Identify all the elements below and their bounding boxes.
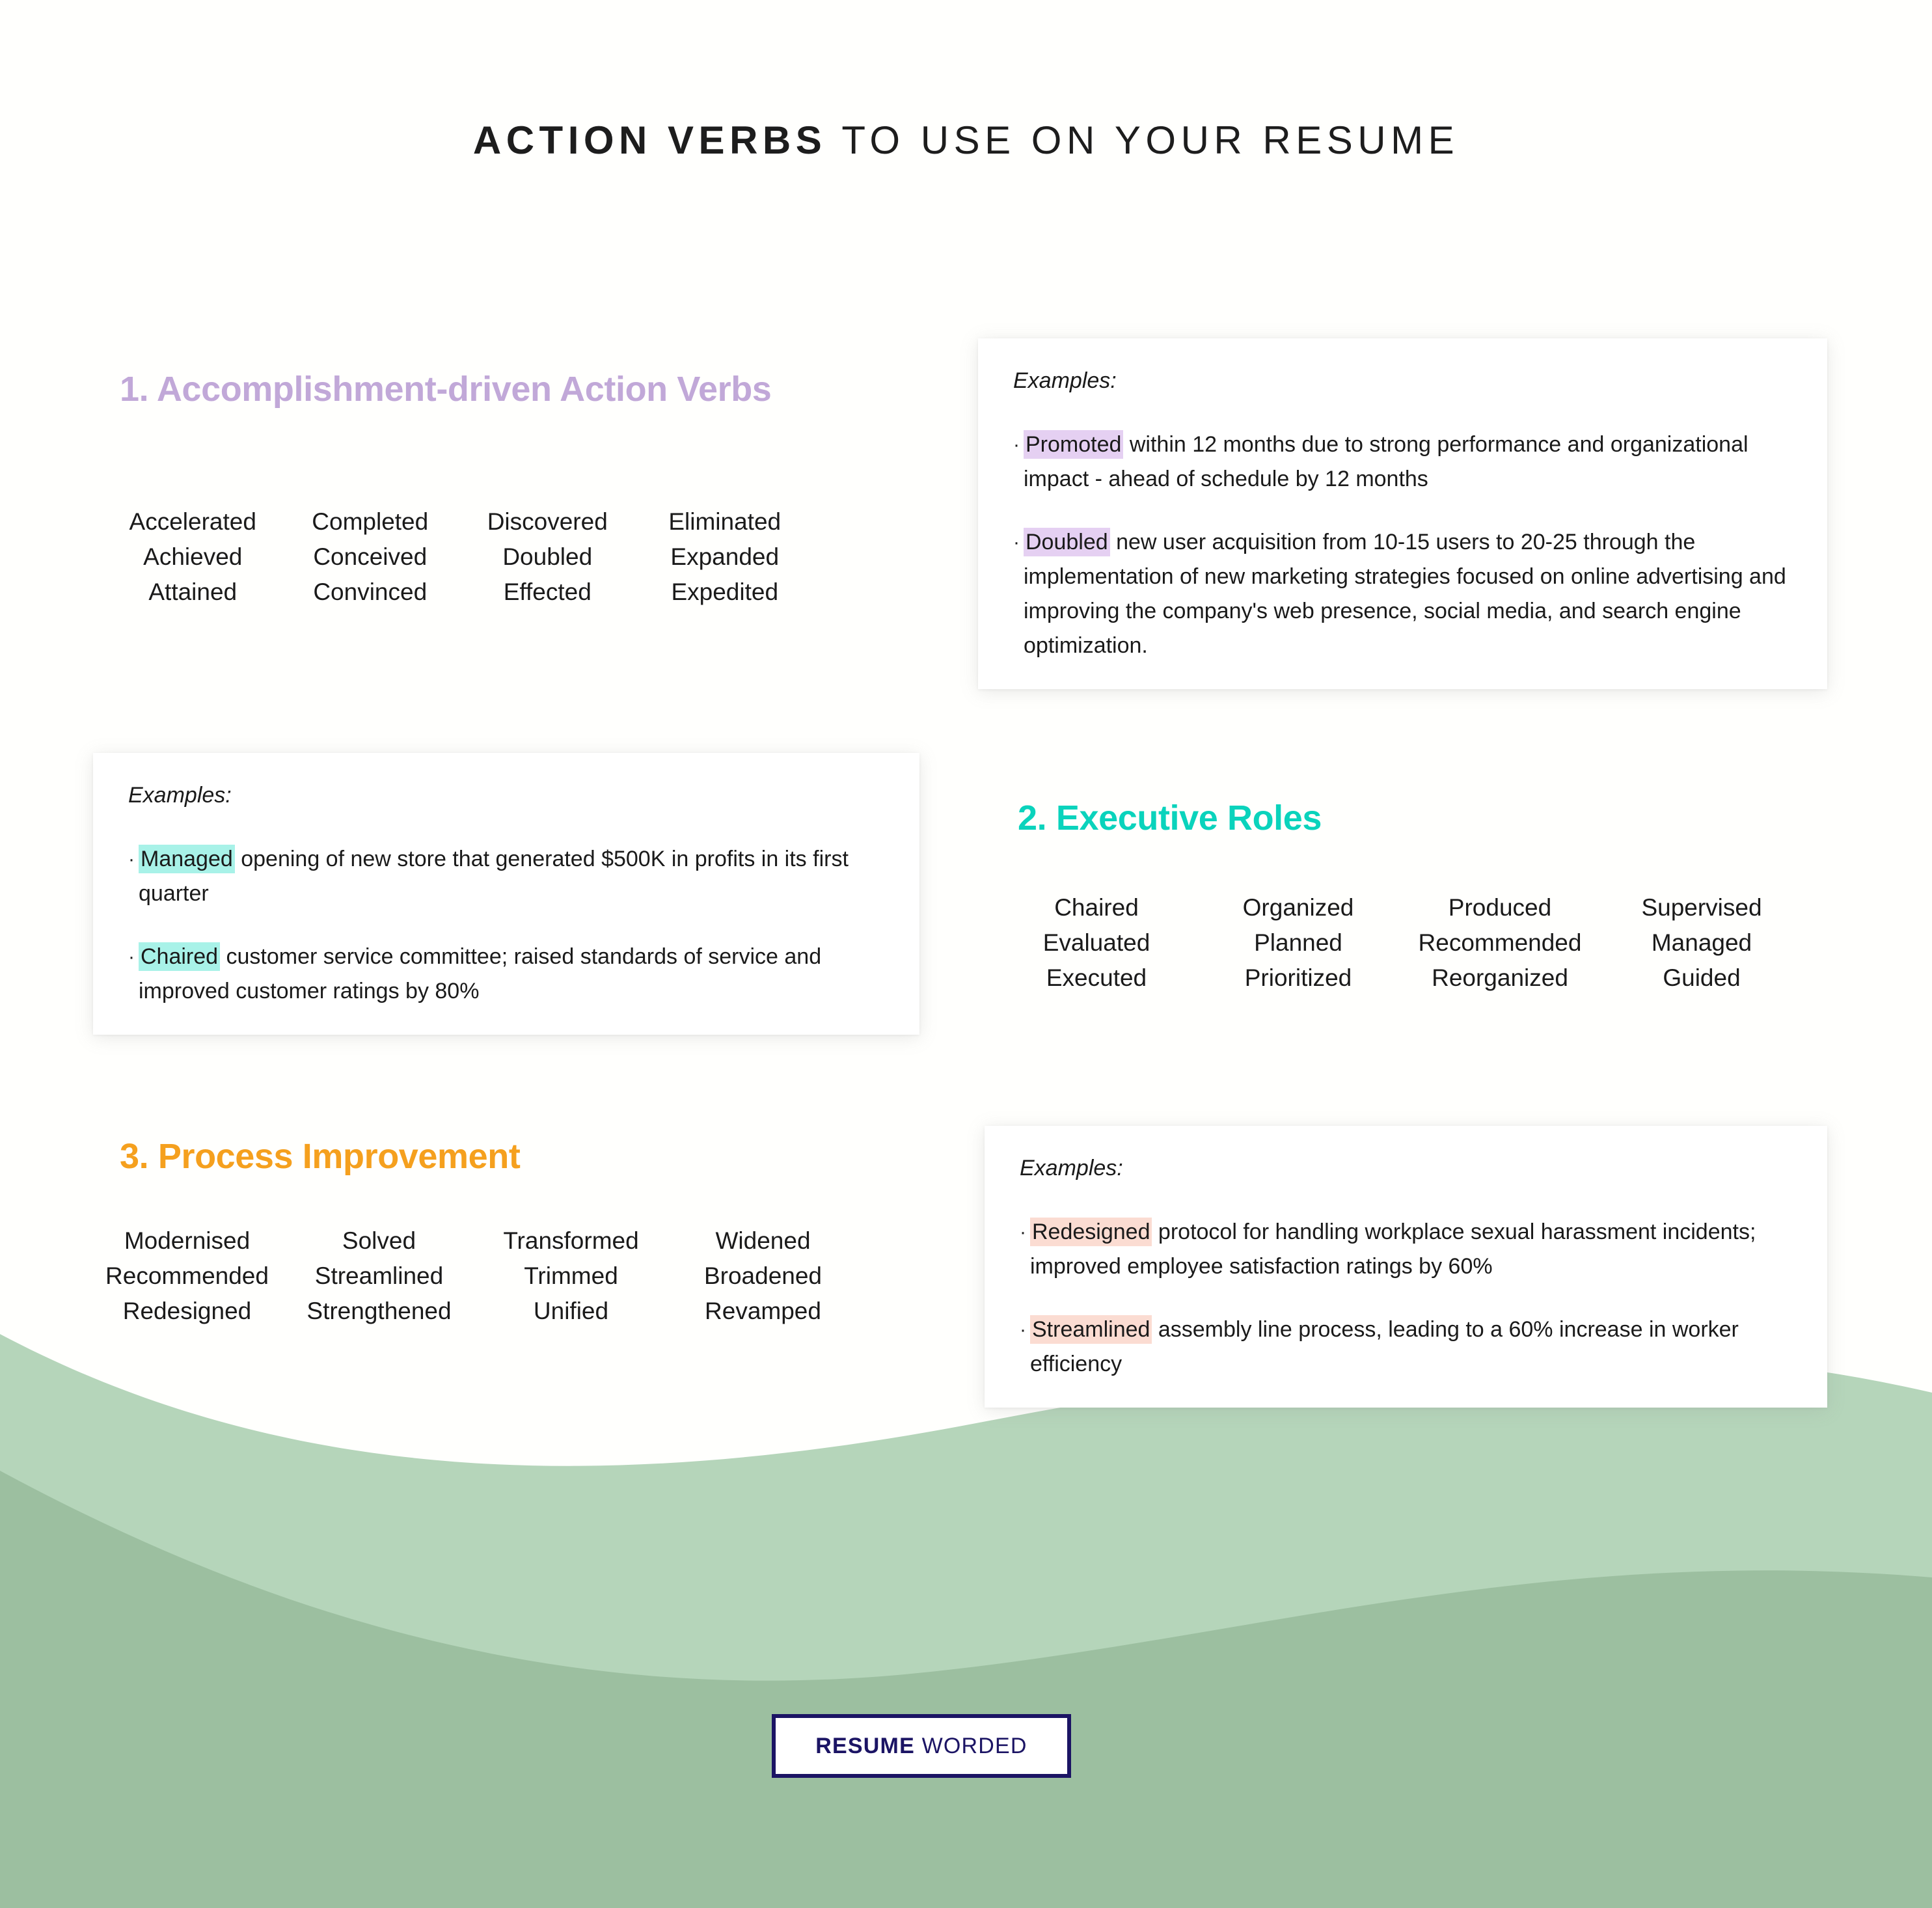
section-heading-process-improvement: 3. Process Improvement <box>120 1137 521 1176</box>
examples-label: Examples: <box>128 783 232 808</box>
verb-item: Attained <box>148 579 238 605</box>
page-title-light: TO USE ON YOUR RESUME <box>826 118 1460 162</box>
verb-column: Produced Recommended Reorganized <box>1399 890 1601 996</box>
example-bullet: · Managed opening of new store that gene… <box>128 842 882 911</box>
verb-item: Organized <box>1242 894 1354 921</box>
example-bullet: · Chaired customer service committee; ra… <box>128 940 882 1009</box>
verb-item: Accelerated <box>129 508 256 535</box>
bullet-rest: new user acquisition from 10-15 users to… <box>1024 529 1786 658</box>
verb-item: Conceived <box>313 543 428 570</box>
example-bullet: · Streamlined assembly line process, lea… <box>1020 1313 1789 1382</box>
section-heading-accomplishment-driven-action-verbs: 1. Accomplishment-driven Action Verbs <box>120 370 772 409</box>
bullet-marker: · <box>128 848 135 870</box>
verb-grid-process: Modernised Recommended Redesigned Solved… <box>91 1223 859 1329</box>
verb-item: Planned <box>1254 929 1342 956</box>
verb-item: Recommended <box>105 1262 269 1289</box>
bullet-rest: opening of new store that generated $500… <box>139 846 849 906</box>
verb-item: Modernised <box>124 1227 251 1254</box>
bullet-marker: · <box>128 946 135 968</box>
verb-item: Widened <box>715 1227 811 1254</box>
bullet-text: Doubled new user acquisition from 10-15 … <box>1024 525 1789 663</box>
section-heading-executive-roles: 2. Executive Roles <box>1018 798 1322 838</box>
verb-item: Trimmed <box>524 1262 618 1289</box>
verb-column: Transformed Trimmed Unified <box>475 1223 667 1329</box>
verb-item: Discovered <box>487 508 608 535</box>
verb-grid-accomplishment: Accelerated Achieved Attained Completed … <box>104 504 813 610</box>
verb-grid-executive: Chaired Evaluated Executed Organized Pla… <box>996 890 1803 996</box>
example-card-process: Examples: · Redesigned protocol for hand… <box>985 1126 1827 1408</box>
examples-label: Examples: <box>1013 368 1117 393</box>
bullet-text: Managed opening of new store that genera… <box>139 842 882 911</box>
verb-column: Completed Conceived Convinced <box>282 504 459 610</box>
verb-column: Solved Streamlined Strengthened <box>283 1223 475 1329</box>
bullet-text: Redesigned protocol for handling workpla… <box>1030 1215 1789 1284</box>
verb-column: Supervised Managed Guided <box>1601 890 1803 996</box>
page-title-bold: ACTION VERBS <box>472 118 827 162</box>
bullet-marker: · <box>1013 433 1020 456</box>
bullet-marker: · <box>1020 1221 1026 1243</box>
verb-item: Transformed <box>503 1227 639 1254</box>
verb-item: Guided <box>1663 964 1741 991</box>
example-bullet: · Redesigned protocol for handling workp… <box>1020 1215 1789 1284</box>
verb-column: Organized Planned Prioritized <box>1197 890 1399 996</box>
bullet-marker: · <box>1020 1318 1026 1341</box>
verb-item: Completed <box>312 508 429 535</box>
verb-item: Recommended <box>1418 929 1582 956</box>
verb-item: Chaired <box>1054 894 1139 921</box>
verb-item: Redesigned <box>122 1298 252 1324</box>
verb-item: Reorganized <box>1432 964 1568 991</box>
verb-item: Broadened <box>703 1262 823 1289</box>
page-title: ACTION VERBS TO USE ON YOUR RESUME <box>0 121 1932 160</box>
highlighted-verb: Streamlined <box>1030 1315 1152 1344</box>
example-card-accomplishment: Examples: · Promoted within 12 months du… <box>978 338 1827 689</box>
verb-column: Discovered Doubled Effected <box>459 504 636 610</box>
verb-column: Widened Broadened Revamped <box>667 1223 859 1329</box>
verb-item: Unified <box>533 1298 609 1324</box>
verb-item: Doubled <box>502 543 593 570</box>
verb-item: Convinced <box>313 579 428 605</box>
bullet-rest: within 12 months due to strong performan… <box>1024 431 1748 491</box>
verb-column: Accelerated Achieved Attained <box>104 504 282 610</box>
logo-text-regular: WORDED <box>914 1733 1027 1758</box>
verb-item: Supervised <box>1641 894 1762 921</box>
highlighted-verb: Managed <box>139 844 235 873</box>
verb-column: Modernised Recommended Redesigned <box>91 1223 283 1329</box>
verb-item: Executed <box>1046 964 1147 991</box>
verb-column: Eliminated Expanded Expedited <box>636 504 814 610</box>
highlighted-verb: Chaired <box>139 942 221 971</box>
logo-text-bold: RESUME <box>815 1733 915 1758</box>
verb-item: Evaluated <box>1042 929 1150 956</box>
wave-dark-green-shape <box>0 1471 1932 1908</box>
highlighted-verb: Redesigned <box>1030 1217 1152 1246</box>
wave-light-green-shape <box>0 1334 1932 1908</box>
verb-column: Chaired Evaluated Executed <box>996 890 1197 996</box>
resume-worded-logo[interactable]: RESUME WORDED <box>772 1714 1071 1778</box>
verb-item: Prioritized <box>1244 964 1352 991</box>
verb-item: Achieved <box>143 543 243 570</box>
bullet-text: Streamlined assembly line process, leadi… <box>1030 1313 1789 1382</box>
example-card-executive: Examples: · Managed opening of new store… <box>93 753 919 1035</box>
bullet-text: Chaired customer service committee; rais… <box>139 940 882 1009</box>
highlighted-verb: Doubled <box>1024 527 1110 556</box>
bullet-text: Promoted within 12 months due to strong … <box>1024 428 1789 497</box>
verb-item: Revamped <box>705 1298 821 1324</box>
example-bullet: · Doubled new user acquisition from 10-1… <box>1013 525 1789 663</box>
highlighted-verb: Promoted <box>1024 429 1124 459</box>
verb-item: Produced <box>1448 894 1552 921</box>
example-bullet: · Promoted within 12 months due to stron… <box>1013 428 1789 497</box>
examples-label: Examples: <box>1020 1156 1123 1180</box>
bullet-rest: customer service committee; raised stand… <box>139 944 822 1003</box>
verb-item: Expedited <box>671 579 779 605</box>
verb-item: Eliminated <box>668 508 782 535</box>
verb-item: Expanded <box>670 543 780 570</box>
verb-item: Effected <box>503 579 592 605</box>
verb-item: Managed <box>1651 929 1752 956</box>
bullet-marker: · <box>1013 531 1020 553</box>
verb-item: Solved <box>342 1227 416 1254</box>
verb-item: Streamlined <box>314 1262 444 1289</box>
verb-item: Strengthened <box>306 1298 452 1324</box>
